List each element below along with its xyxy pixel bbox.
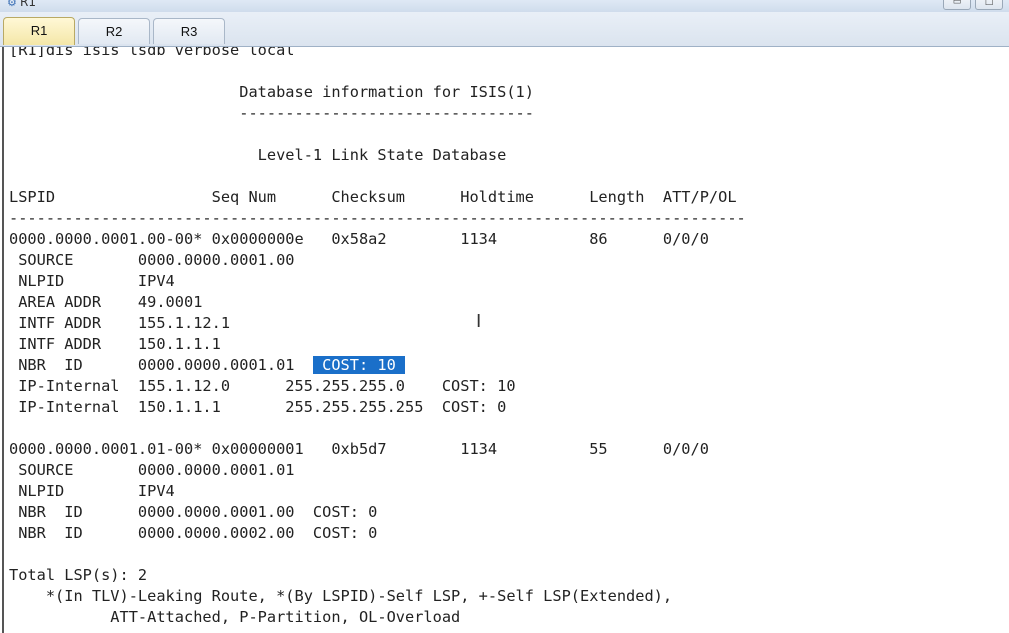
terminal-line: *(In TLV)-Leaking Route, *(By LSPID)-Sel… [9,587,673,605]
terminal-line: NBR ID 0000.0000.0001.00 COST: 0 [9,503,378,521]
restore-icon[interactable]: ▭ [943,0,971,10]
terminal-line: IP-Internal 150.1.1.1 255.255.255.255 CO… [9,398,507,416]
window-title-bar: ⚙ R1 ▭ □ [0,0,1009,12]
terminal-line: NBR ID 0000.0000.0001.01 COST: 10 [9,356,406,374]
terminal-app-icon: ⚙ [7,0,17,9]
window-controls: ▭ □ [943,0,1003,10]
terminal-line: LSPID Seq Num Checksum Holdtime Length A… [9,188,737,206]
window-title: R1 [20,0,36,9]
terminal-line: ----------------------------------------… [9,209,746,227]
terminal-line: 0000.0000.0001.01-00* 0x00000001 0xb5d7 … [9,440,709,458]
terminal-line: AREA ADDR 49.0001 [9,293,203,311]
terminal-line: NBR ID 0000.0000.0002.00 COST: 0 [9,524,378,542]
terminal-line: Database information for ISIS(1) [9,83,534,101]
terminal-line: SOURCE 0000.0000.0001.01 [9,461,295,479]
tab-r1[interactable]: R1 [3,17,75,45]
terminal-line: ATT-Attached, P-Partition, OL-Overload [9,608,461,626]
terminal-text: [R1]dis isis lsdb verbose local Database… [9,47,746,628]
selected-text: COST: 10 [312,356,406,374]
maximize-icon[interactable]: □ [975,0,1003,10]
terminal-line: IP-Internal 155.1.12.0 255.255.255.0 COS… [9,377,516,395]
terminal-line: Total LSP(s): 2 [9,566,148,584]
terminal-line: -------------------------------- [9,104,534,122]
terminal-line: NLPID IPV4 [9,272,175,290]
text-cursor-icon: I [476,311,482,332]
terminal-line: INTF ADDR 155.1.12.1 [9,314,231,332]
terminal-line: [R1]dis isis lsdb verbose local [9,47,295,59]
terminal-line: SOURCE 0000.0000.0001.00 [9,251,295,269]
terminal-line: Level-1 Link State Database [9,146,507,164]
tab-r2[interactable]: R2 [78,18,150,44]
terminal-line: 0000.0000.0001.00-00* 0x0000000e 0x58a2 … [9,230,709,248]
terminal-line: NLPID IPV4 [9,482,175,500]
terminal-output[interactable]: [R1]dis isis lsdb verbose local Database… [2,47,1009,633]
terminal-line: INTF ADDR 150.1.1.1 [9,335,221,353]
tab-r3[interactable]: R3 [153,18,225,44]
tab-bar: R1 R2 R3 [0,12,1009,47]
